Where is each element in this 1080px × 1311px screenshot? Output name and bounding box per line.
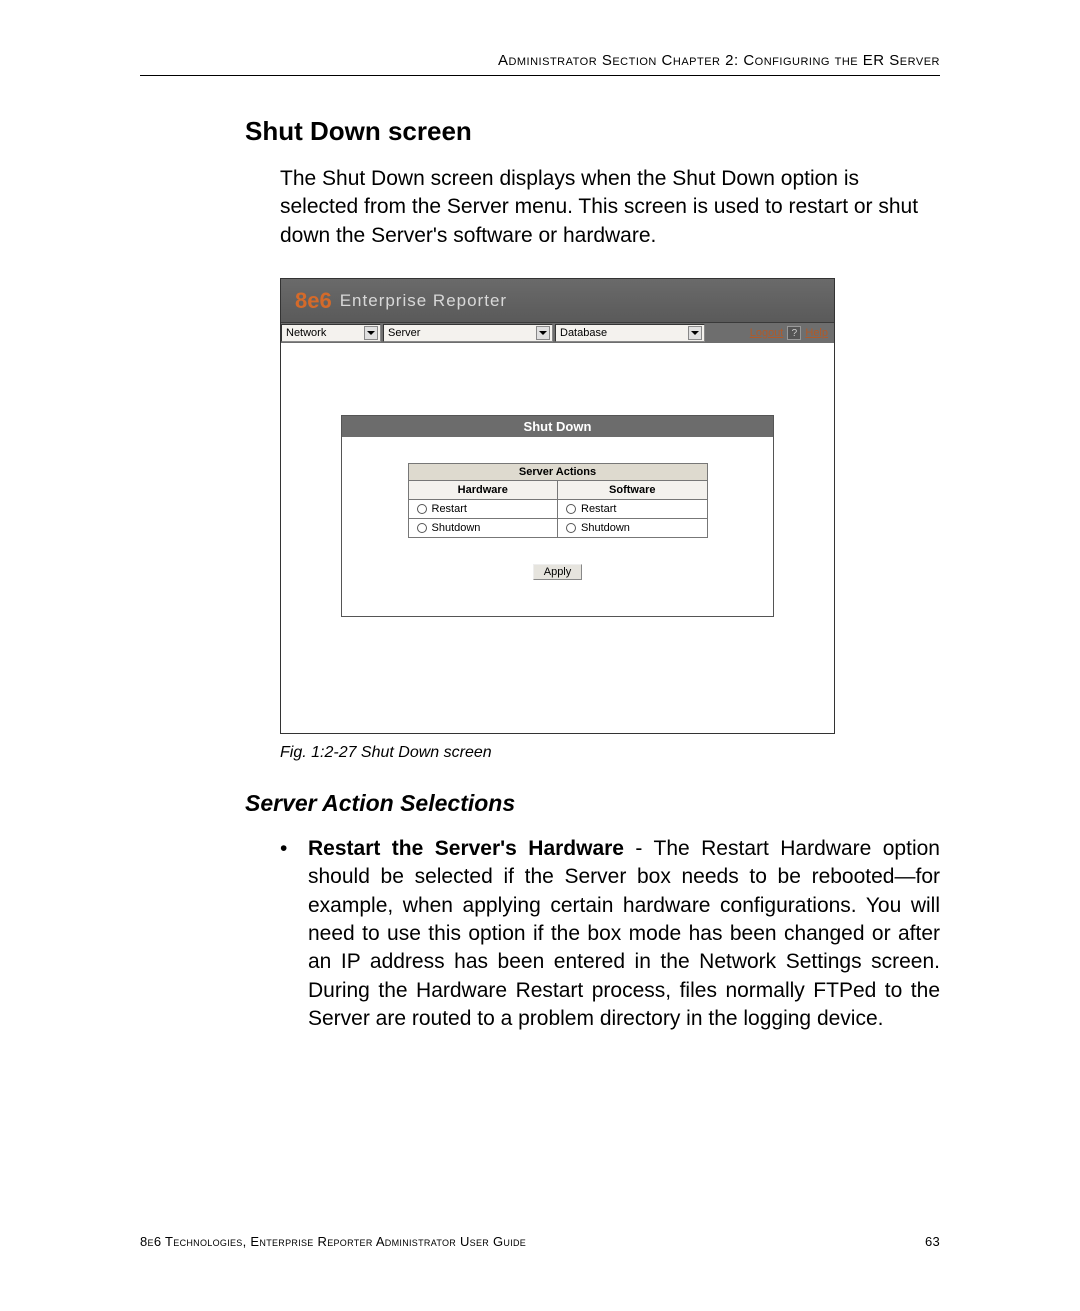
bullet-body: The Restart Hardware option should be se… (308, 837, 940, 1030)
col-hardware: Hardware (408, 481, 558, 500)
sw-shutdown-cell[interactable]: Shutdown (558, 519, 708, 538)
brand-title: Enterprise Reporter (340, 291, 507, 311)
help-icon[interactable]: ? (787, 326, 801, 340)
chevron-down-icon[interactable] (688, 326, 702, 340)
server-menu-label: Server (388, 327, 420, 339)
sw-shutdown-label: Shutdown (581, 522, 630, 534)
figure-caption: Fig. 1:2-27 Shut Down screen (280, 744, 940, 762)
page-footer: 8e6 Technologies, Enterprise Reporter Ad… (140, 1234, 940, 1249)
radio-icon[interactable] (417, 523, 427, 533)
bullet-glyph: • (280, 835, 308, 1033)
hw-restart-label: Restart (432, 503, 467, 515)
app-body: Shut Down Server Actions Hardware Softwa… (281, 343, 834, 733)
hw-restart-cell[interactable]: Restart (408, 500, 558, 519)
intro-paragraph: The Shut Down screen displays when the S… (280, 165, 940, 250)
brand-logo-text: 8e6 (295, 288, 332, 314)
radio-icon[interactable] (417, 504, 427, 514)
help-link[interactable]: Help (805, 327, 828, 339)
sw-restart-label: Restart (581, 503, 616, 515)
server-actions-table: Server Actions Hardware Software Restart… (408, 463, 708, 538)
page-number: 63 (925, 1234, 940, 1249)
menubar: Network Server Database Logout ? Help (281, 323, 834, 343)
logout-link[interactable]: Logout (750, 327, 784, 339)
hw-shutdown-cell[interactable]: Shutdown (408, 519, 558, 538)
col-software: Software (558, 481, 708, 500)
bullet-sep: - (624, 837, 654, 860)
panel-title: Shut Down (342, 416, 773, 437)
chevron-down-icon[interactable] (536, 326, 550, 340)
running-head: Administrator Section Chapter 2: Configu… (140, 52, 940, 76)
section-title: Shut Down screen (245, 116, 940, 147)
chevron-down-icon[interactable] (364, 326, 378, 340)
app-titlebar: 8e6 Enterprise Reporter (281, 279, 834, 323)
menubar-links: Logout ? Help (750, 323, 834, 343)
hw-shutdown-label: Shutdown (432, 522, 481, 534)
network-menu-label: Network (286, 327, 326, 339)
subsection-title: Server Action Selections (245, 790, 940, 817)
radio-icon[interactable] (566, 504, 576, 514)
radio-icon[interactable] (566, 523, 576, 533)
actions-header: Server Actions (408, 464, 707, 481)
database-menu[interactable]: Database (555, 324, 705, 342)
footer-left: 8e6 Technologies, Enterprise Reporter Ad… (140, 1234, 526, 1249)
network-menu[interactable]: Network (281, 324, 381, 342)
screenshot-figure: 8e6 Enterprise Reporter Network Server D… (280, 278, 835, 734)
apply-button[interactable]: Apply (533, 564, 583, 580)
bullet-content: Restart the Server's Hardware - The Rest… (308, 835, 940, 1033)
server-menu[interactable]: Server (383, 324, 553, 342)
shutdown-panel: Shut Down Server Actions Hardware Softwa… (341, 415, 774, 617)
bullet-item: • Restart the Server's Hardware - The Re… (280, 835, 940, 1033)
sw-restart-cell[interactable]: Restart (558, 500, 708, 519)
bullet-bold: Restart the Server's Hardware (308, 837, 624, 860)
database-menu-label: Database (560, 327, 607, 339)
